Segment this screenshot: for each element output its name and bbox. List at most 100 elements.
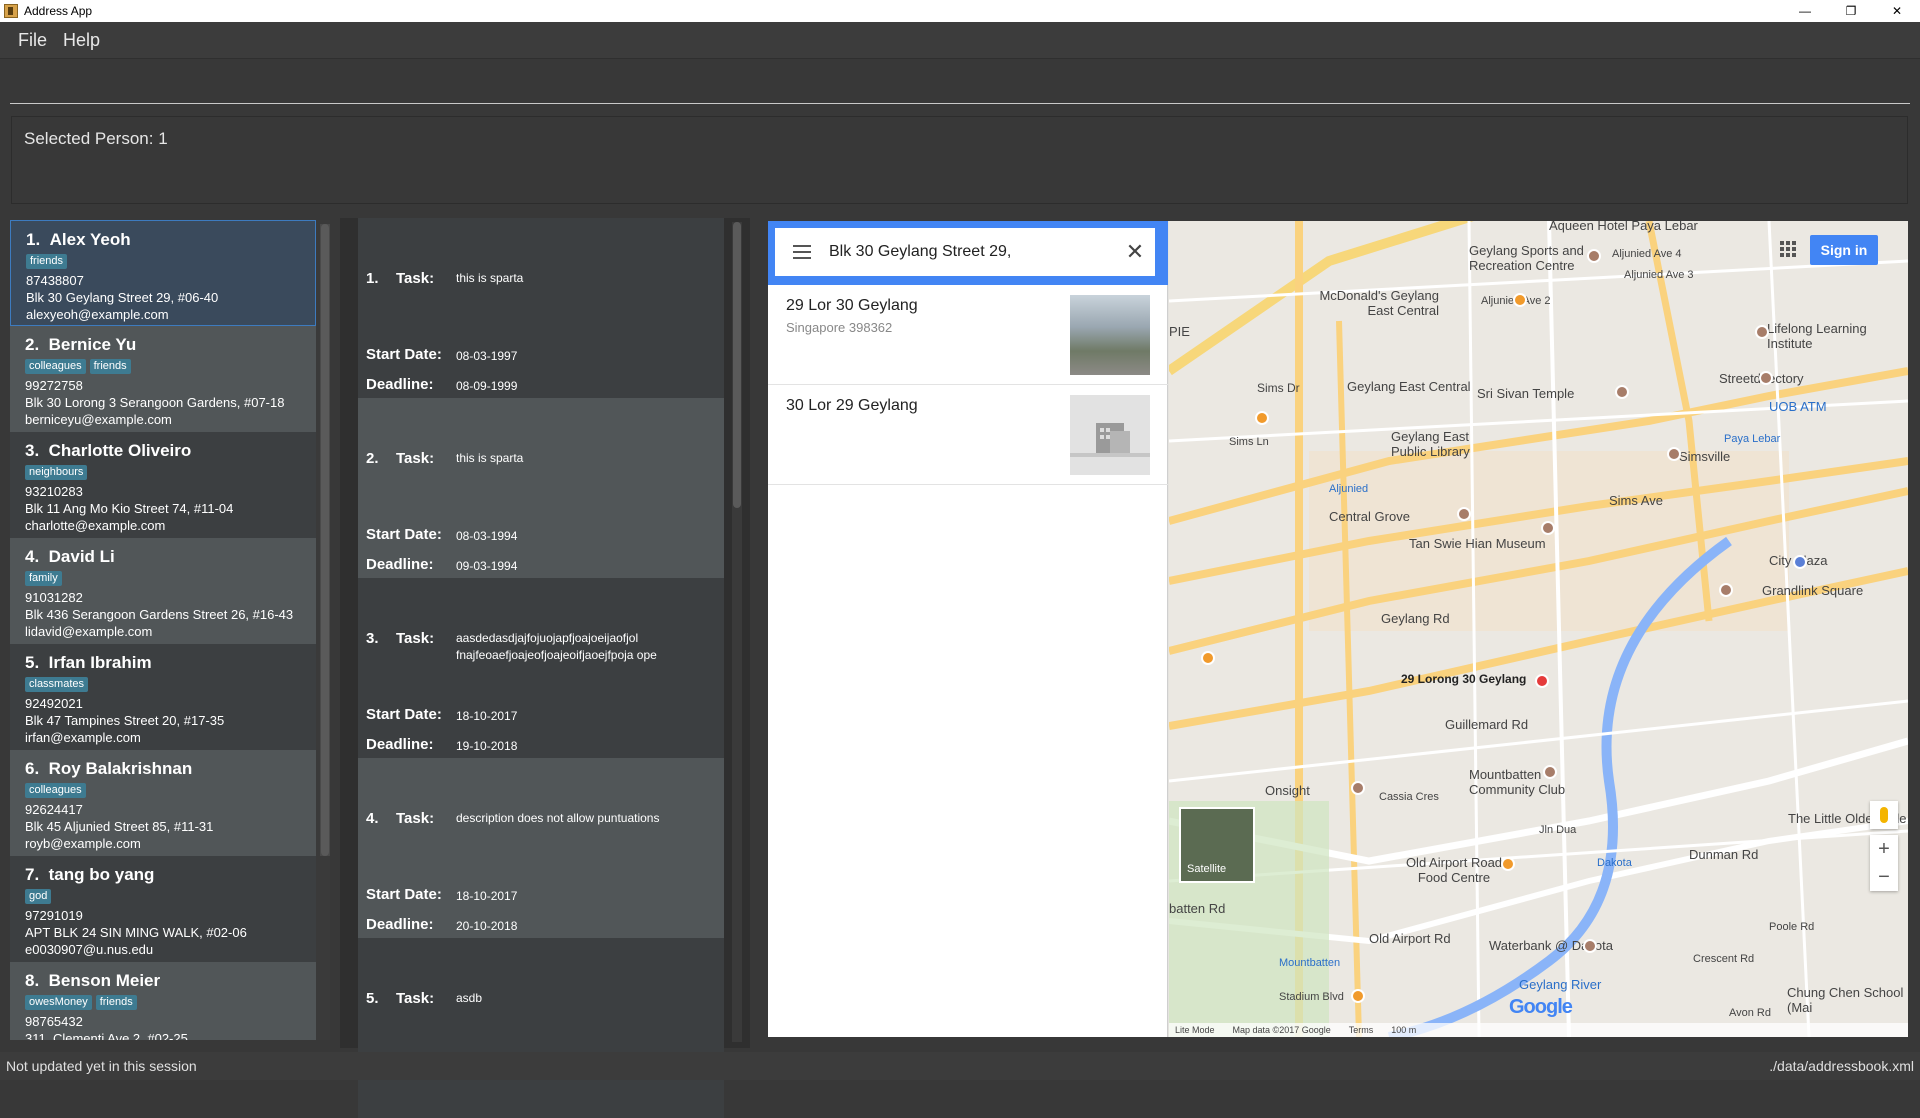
poi-pin-icon[interactable] <box>1759 371 1773 385</box>
poi-pin-icon[interactable] <box>1793 555 1807 569</box>
person-name-text: Bernice Yu <box>48 335 137 354</box>
map-result-subtitle: Singapore 398362 <box>786 320 893 335</box>
person-name-text: David Li <box>48 547 115 566</box>
zoom-out-button[interactable]: − <box>1870 863 1898 891</box>
person-card[interactable]: 3. Charlotte Oliveiro neighbours 93210283 B… <box>10 432 316 538</box>
map-label: Chung Chen School (Mai <box>1787 985 1904 1015</box>
poi-pin-icon[interactable] <box>1615 385 1629 399</box>
poi-pin-icon[interactable] <box>1543 765 1557 779</box>
tag-badge: classmates <box>25 677 89 692</box>
result-display: Selected Person: 1 <box>11 116 1908 204</box>
map-label: UOB ATM <box>1769 399 1827 414</box>
person-address: 311, Clementi Ave 2, #02-25 <box>25 1031 188 1040</box>
person-name-text: Roy Balakrishnan <box>48 759 193 778</box>
map-search-header: Blk 30 Geylang Street 29, ✕ <box>768 221 1168 285</box>
task-card[interactable]: 5. Task: asdb <box>358 938 724 1118</box>
poi-pin-icon[interactable] <box>1667 447 1681 461</box>
person-phone: 87438807 <box>26 273 84 288</box>
tag-badge: god <box>25 889 52 904</box>
person-card[interactable]: 5. Irfan Ibrahim classmates 92492021 Blk 47… <box>10 644 316 750</box>
person-address: Blk 11 Ang Mo Kio Street 74, #11-04 <box>25 501 234 516</box>
menu-file[interactable]: File <box>10 30 55 51</box>
map-search-query[interactable]: Blk 30 Geylang Street 29, <box>829 243 1115 261</box>
map-search-sidebar: Blk 30 Geylang Street 29, ✕ 29 Lor 30 Ge… <box>768 221 1168 1037</box>
tag-badge: friends <box>95 995 137 1010</box>
maximize-button[interactable]: ❐ <box>1828 0 1874 22</box>
map-result-title: 30 Lor 29 Geylang <box>786 397 918 414</box>
apps-grid-icon[interactable] <box>1780 241 1796 257</box>
person-index: 6. <box>25 759 40 778</box>
map-label: Guillemard Rd <box>1445 717 1529 732</box>
person-card[interactable]: 1. Alex Yeoh friends 87438807 Blk 30 Geylan… <box>10 220 316 326</box>
task-description: asdb <box>456 991 483 1005</box>
person-list-scrollbar[interactable] <box>320 224 330 856</box>
deadline-label: Deadline: <box>366 916 434 933</box>
person-index: 1. <box>26 230 41 249</box>
sign-in-button[interactable]: Sign in <box>1810 235 1878 265</box>
task-list-scrollbar[interactable] <box>732 222 742 1042</box>
poi-pin-icon[interactable] <box>1351 781 1365 795</box>
menu-help[interactable]: Help <box>55 30 108 51</box>
restaurant-pin-icon[interactable] <box>1255 411 1269 425</box>
satellite-toggle[interactable]: Satellite <box>1179 807 1255 883</box>
person-list-scroll-thumb[interactable] <box>321 224 329 856</box>
clear-search-icon[interactable]: ✕ <box>1115 239 1155 265</box>
task-card[interactable]: 1. Task: this is sparta Start Date: 08-03-19… <box>358 218 724 398</box>
poi-pin-icon[interactable] <box>1583 939 1597 953</box>
location-pin-icon[interactable] <box>1535 674 1549 688</box>
zoom-in-button[interactable]: + <box>1870 835 1898 863</box>
command-underline <box>10 103 1910 104</box>
person-card[interactable]: 8. Benson Meier owesMoney friends 98765432 3… <box>10 962 316 1040</box>
close-button[interactable]: ✕ <box>1874 0 1920 22</box>
poi-pin-icon[interactable] <box>1755 325 1769 339</box>
poi-pin-icon[interactable] <box>1541 521 1555 535</box>
task-deadline: 19-10-2018 <box>456 739 518 753</box>
restaurant-pin-icon[interactable] <box>1513 293 1527 307</box>
person-phone: 93210283 <box>25 484 83 499</box>
map-canvas[interactable]: Aqueen Hotel Paya Lebar Geylang Sports a… <box>1169 221 1908 1037</box>
person-card[interactable]: 4. David Li family 91031282 Blk 436 Serango… <box>10 538 316 644</box>
task-index: 3. <box>366 630 379 647</box>
person-card[interactable]: 2. Bernice Yu colleagues friends 99272758 Bl… <box>10 326 316 432</box>
person-name: 7. tang bo yang <box>25 865 301 885</box>
person-email: berniceyu@example.com <box>25 412 172 427</box>
task-card[interactable]: 4. Task: description does not allow puntua… <box>358 758 724 938</box>
person-card[interactable]: 6. Roy Balakrishnan colleagues 92624417 Blk… <box>10 750 316 856</box>
map-label: Simsville <box>1679 449 1731 464</box>
map-label: Poole Rd <box>1769 921 1815 933</box>
restaurant-pin-icon[interactable] <box>1351 989 1365 1003</box>
pegman-icon[interactable] <box>1870 801 1898 829</box>
minimize-button[interactable]: — <box>1782 0 1828 22</box>
task-card[interactable]: 2. Task: this is sparta Start Date: 08-03-19… <box>358 398 724 578</box>
map-result-item[interactable]: 30 Lor 29 Geylang <box>768 385 1168 485</box>
person-address: APT BLK 24 SIN MING WALK, #02-06 <box>25 925 247 940</box>
tag-list: friends <box>26 254 300 270</box>
map-label: Geylang East Central <box>1347 379 1471 394</box>
poi-pin-icon[interactable] <box>1719 583 1733 597</box>
person-name-text: tang bo yang <box>48 865 155 884</box>
map-label: Sims Dr <box>1257 381 1300 395</box>
person-name: 5. Irfan Ibrahim <box>25 653 301 673</box>
restaurant-pin-icon[interactable] <box>1201 651 1215 665</box>
map-label: Sims Ln <box>1229 436 1269 448</box>
menu-icon[interactable] <box>793 245 811 259</box>
map-search-box[interactable]: Blk 30 Geylang Street 29, ✕ <box>775 228 1155 276</box>
task-label: Task: <box>396 990 435 1007</box>
start-date-label: Start Date: <box>366 526 442 543</box>
restaurant-pin-icon[interactable] <box>1501 857 1515 871</box>
tag-list: classmates <box>25 677 301 693</box>
person-name-text: Benson Meier <box>48 971 161 990</box>
poi-pin-icon[interactable] <box>1587 249 1601 263</box>
poi-pin-icon[interactable] <box>1457 507 1471 521</box>
command-input[interactable] <box>10 65 1910 101</box>
task-list-scroll-thumb[interactable] <box>733 222 741 508</box>
task-index: 1. <box>366 270 379 287</box>
person-card[interactable]: 7. tang bo yang god 97291019 APT BLK 24 SIN… <box>10 856 316 962</box>
map-result-item[interactable]: 29 Lor 30 Geylang Singapore 398362 <box>768 285 1168 385</box>
result-text: Selected Person: 1 <box>24 129 168 148</box>
person-name: 3. Charlotte Oliveiro <box>25 441 301 461</box>
person-index: 8. <box>25 971 40 990</box>
terms-link[interactable]: Terms <box>1349 1025 1374 1035</box>
task-card[interactable]: 3. Task: aasdedasdjajfojuojapfjoajoeijaofj… <box>358 578 724 758</box>
person-index: 7. <box>25 865 40 884</box>
